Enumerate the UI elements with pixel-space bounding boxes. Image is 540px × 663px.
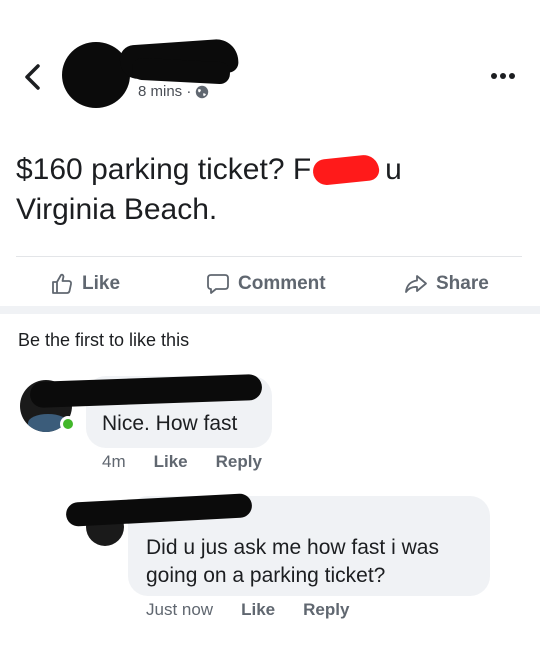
censor-scribble	[311, 153, 381, 187]
comment-meta: 4m Like Reply	[102, 452, 262, 472]
like-button[interactable]: Like	[50, 272, 120, 296]
post-timestamp: 8 mins ·	[138, 83, 209, 100]
post-text-line2: Virginia Beach.	[16, 193, 218, 226]
comment-like-button[interactable]: Like	[154, 452, 188, 472]
comment-text: Nice. How fast	[102, 412, 238, 435]
actions-divider	[16, 256, 522, 257]
reply-meta: Just now Like Reply	[146, 600, 349, 620]
online-status-dot	[60, 416, 76, 432]
post-header: 8 mins ·	[0, 0, 540, 130]
reply-reply-button[interactable]: Reply	[303, 600, 349, 620]
share-button[interactable]: Share	[404, 272, 489, 296]
reply-like-button[interactable]: Like	[241, 600, 275, 620]
comment-bubble-icon	[207, 274, 229, 294]
comment-button-label: Comment	[238, 273, 326, 294]
post-text-end: u	[385, 153, 402, 186]
reply-text: Did u jus ask me how fast i was going on…	[146, 534, 439, 590]
author-name-redaction-stroke	[131, 57, 231, 85]
post-text-start: $160 parking ticket? F	[16, 153, 312, 186]
comment-button[interactable]: Comment	[206, 272, 326, 296]
section-separator	[0, 306, 540, 314]
share-arrow-icon	[405, 275, 427, 293]
comment-time: 4m	[102, 452, 126, 471]
comment-reply-button[interactable]: Reply	[216, 452, 262, 472]
post-body: $160 parking ticket? F u Virginia Beach.	[16, 150, 516, 230]
likes-summary: Be the first to like this	[18, 330, 190, 350]
post-actions-bar: Like Comment Share	[0, 262, 540, 306]
thumbs-up-icon	[52, 273, 72, 294]
back-chevron-icon[interactable]	[22, 62, 44, 92]
author-avatar[interactable]	[62, 42, 130, 108]
share-button-label: Share	[436, 273, 489, 294]
more-options-icon[interactable]	[490, 72, 516, 80]
post-time-label: 8 mins ·	[138, 83, 192, 100]
reply-text-line2: going on a parking ticket?	[146, 564, 386, 587]
reply-time: Just now	[146, 600, 214, 619]
globe-icon	[196, 85, 209, 98]
like-button-label: Like	[82, 273, 121, 294]
reply-text-line1: Did u jus ask me how fast i was	[146, 536, 439, 559]
